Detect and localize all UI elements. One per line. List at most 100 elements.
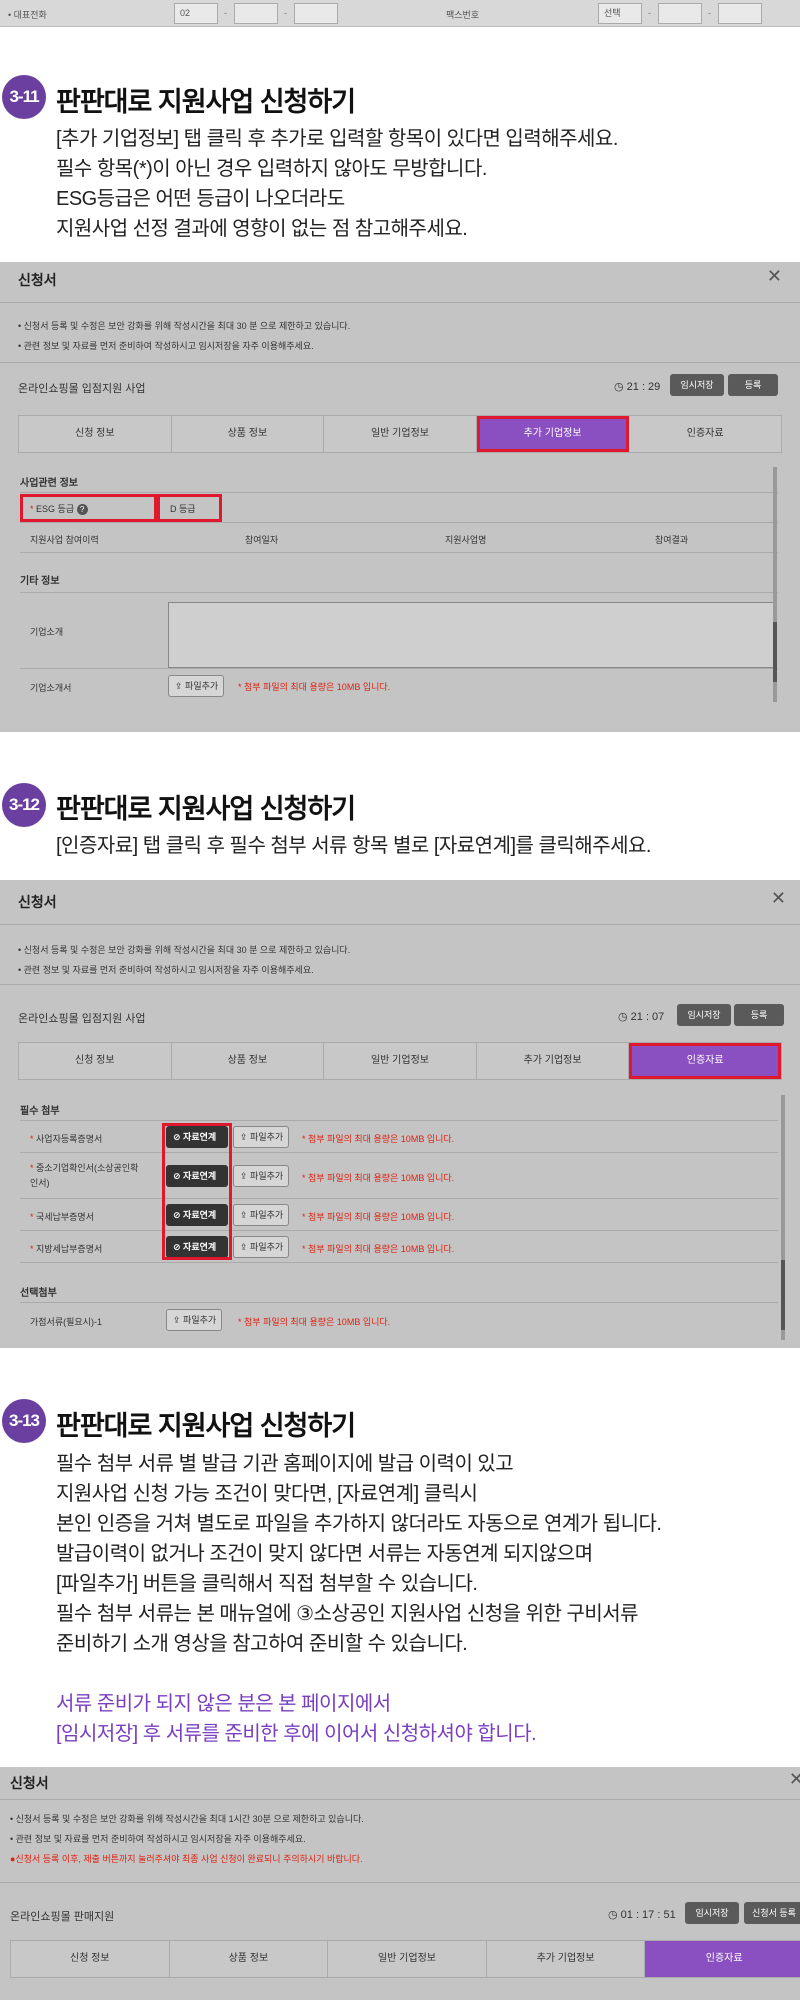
tab-product-info[interactable]: 상품 정보 bbox=[170, 1941, 329, 1977]
tab-certification[interactable]: 인증자료 bbox=[629, 416, 781, 452]
fax-last-input[interactable] bbox=[718, 3, 762, 24]
timer-value: 21 : 07 bbox=[630, 1011, 665, 1023]
divider bbox=[0, 984, 800, 985]
dash: - bbox=[648, 8, 651, 18]
phone-prefix-select[interactable]: 02 bbox=[174, 3, 218, 24]
intro-textarea[interactable] bbox=[168, 602, 775, 668]
history-col: 참여일자 bbox=[245, 535, 279, 545]
timer-value: 01 : 17 : 51 bbox=[620, 1909, 676, 1921]
dialog-screenshot-3: 신청서 ✕ • 신청서 등록 및 수정은 보안 강화를 위해 작성시간을 최대 … bbox=[0, 1767, 800, 2000]
divider bbox=[0, 302, 800, 303]
dash: - bbox=[224, 8, 227, 18]
phone-middle-input[interactable] bbox=[234, 3, 278, 24]
file-note: * 첨부 파일의 최대 용량은 10MB 입니다. bbox=[302, 1212, 455, 1222]
tab-application-info[interactable]: 신청 정보 bbox=[19, 1043, 172, 1079]
section-title: 필수 첨부 bbox=[20, 1106, 60, 1117]
desc-line: [인증자료] 탭 클릭 후 필수 첨부 서류 항목 별로 [자료연계]를 클릭해… bbox=[56, 835, 651, 857]
divider bbox=[20, 1262, 778, 1263]
tab-certification[interactable]: 인증자료 bbox=[629, 1043, 781, 1079]
tab-certification[interactable]: 인증자료 bbox=[645, 1941, 800, 1977]
divider bbox=[0, 1799, 800, 1800]
form-row-strip: • 대표전화 02 - - 팩스번호 선택 - - bbox=[0, 0, 800, 27]
timer: ◷ 01 : 17 : 51 bbox=[608, 1909, 676, 1921]
tab-general-company[interactable]: 일반 기업정보 bbox=[324, 1043, 477, 1079]
desc-line: 발급이력이 없거나 조건이 맞지 않다면 서류는 자동연계 되지않으며 bbox=[56, 1543, 593, 1565]
notice-item: • 신청서 등록 및 수정은 보안 강화를 위해 작성시간을 최대 30 분 으… bbox=[18, 945, 351, 955]
desc-line: 필수 항목(*)이 아닌 경우 입력하지 않아도 무방합니다. bbox=[56, 158, 487, 180]
intro-row: 기업소개 bbox=[20, 592, 778, 668]
fax-middle-input[interactable] bbox=[658, 3, 702, 24]
tab-bar: 신청 정보 상품 정보 일반 기업정보 추가 기업정보 인증자료 bbox=[18, 1042, 782, 1080]
dialog-screenshot-2: 신청서 ✕ • 신청서 등록 및 수정은 보안 강화를 위해 작성시간을 최대 … bbox=[0, 880, 800, 1348]
program-name: 온라인쇼핑몰 입점지원 사업 bbox=[18, 383, 146, 395]
doc-row: * 국세납부증명서 ⊘ 자료연계 ⇪ 파일추가 * 첨부 파일의 최대 용량은 … bbox=[20, 1198, 778, 1230]
scrollbar-thumb[interactable] bbox=[781, 1260, 785, 1330]
desc-line: 필수 첨부 서류 별 발급 기관 홈페이지에 발급 이력이 있고 bbox=[56, 1453, 514, 1475]
temp-save-button[interactable]: 임시저장 bbox=[685, 1902, 739, 1924]
history-row: 지원사업 참여이력 참여일자 지원사업명 참여결과 bbox=[20, 522, 778, 552]
temp-save-button[interactable]: 임시저장 bbox=[677, 1004, 731, 1026]
phone-last-input[interactable] bbox=[294, 3, 338, 24]
history-label: 지원사업 참여이력 bbox=[30, 535, 99, 545]
highlight-box bbox=[162, 1123, 232, 1260]
notice-item: ●신청서 등록 이후, 제출 버튼까지 눌러주셔야 최종 사업 신청이 완료되니… bbox=[10, 1854, 363, 1864]
file-add-button[interactable]: ⇪ 파일추가 bbox=[166, 1309, 222, 1331]
register-button[interactable]: 등록 bbox=[734, 1004, 784, 1026]
divider bbox=[0, 362, 800, 363]
timer-value: 21 : 29 bbox=[626, 381, 661, 393]
divider bbox=[0, 1882, 800, 1883]
step-description: 필수 첨부 서류 별 발급 기관 홈페이지에 발급 이력이 있고 지원사업 신청… bbox=[56, 1449, 662, 1749]
program-name: 온라인쇼핑몰 입점지원 사업 bbox=[18, 1013, 146, 1025]
fax-prefix-select[interactable]: 선택 bbox=[598, 3, 642, 24]
doc-label: 가점서류(필요시)-1 bbox=[30, 1317, 102, 1327]
doc-label: * 중소기업확인서(소상공인확인서) bbox=[30, 1163, 139, 1188]
file-add-button[interactable]: ⇪ 파일추가 bbox=[233, 1165, 289, 1187]
tab-extra-company[interactable]: 추가 기업정보 bbox=[477, 1043, 630, 1079]
intro-doc-row: 기업소개서 ⇪ 파일추가 * 첨부 파일의 최대 용량은 10MB 입니다. bbox=[20, 668, 778, 702]
step-badge: 3-12 bbox=[2, 783, 46, 827]
file-note: * 첨부 파일의 최대 용량은 10MB 입니다. bbox=[302, 1173, 455, 1183]
step-badge: 3-11 bbox=[2, 75, 46, 119]
step-badge: 3-13 bbox=[2, 1399, 46, 1443]
tab-extra-company[interactable]: 추가 기업정보 bbox=[487, 1941, 646, 1977]
timer: ◷ 21 : 29 bbox=[614, 381, 661, 393]
dialog-title: 신청서 bbox=[18, 272, 57, 288]
tab-general-company[interactable]: 일반 기업정보 bbox=[328, 1941, 487, 1977]
file-note: * 첨부 파일의 최대 용량은 10MB 입니다. bbox=[302, 1134, 455, 1144]
notice-item: • 관련 정보 및 자료를 먼저 준비하여 작성하시고 임시저장을 자주 이용해… bbox=[10, 1834, 306, 1844]
close-icon[interactable]: ✕ bbox=[771, 888, 786, 909]
doc-label: * 사업자등록증명서 bbox=[30, 1134, 103, 1144]
history-col: 참여결과 bbox=[655, 535, 689, 545]
file-add-button[interactable]: ⇪ 파일추가 bbox=[233, 1126, 289, 1148]
file-add-button[interactable]: ⇪ 파일추가 bbox=[233, 1236, 289, 1258]
temp-save-button[interactable]: 임시저장 bbox=[670, 374, 724, 396]
register-button[interactable]: 신청서 등록 bbox=[744, 1902, 800, 1924]
file-note: * 첨부 파일의 최대 용량은 10MB 입니다. bbox=[238, 1317, 391, 1327]
tab-general-company[interactable]: 일반 기업정보 bbox=[324, 416, 477, 452]
step-description: [인증자료] 탭 클릭 후 필수 첨부 서류 항목 별로 [자료연계]를 클릭해… bbox=[56, 831, 651, 861]
close-icon[interactable]: ✕ bbox=[767, 266, 782, 287]
file-add-button[interactable]: ⇪ 파일추가 bbox=[168, 675, 224, 697]
file-add-button[interactable]: ⇪ 파일추가 bbox=[233, 1204, 289, 1226]
notice-list: • 신청서 등록 및 수정은 보안 강화를 위해 작성시간을 최대 1시간 30… bbox=[10, 1809, 364, 1869]
scrollbar-thumb[interactable] bbox=[773, 622, 777, 682]
notice-list: • 신청서 등록 및 수정은 보안 강화를 위해 작성시간을 최대 30 분 으… bbox=[18, 940, 350, 980]
tab-application-info[interactable]: 신청 정보 bbox=[11, 1941, 170, 1977]
dialog-screenshot-1: 신청서 ✕ • 신청서 등록 및 수정은 보안 강화를 위해 작성시간을 최대 … bbox=[0, 262, 800, 732]
step-title: 판판대로 지원사업 신청하기 bbox=[56, 87, 356, 117]
tab-product-info[interactable]: 상품 정보 bbox=[172, 416, 325, 452]
close-icon[interactable]: ✕ bbox=[789, 1769, 800, 1790]
program-name: 온라인쇼핑몰 판매지원 bbox=[10, 1911, 115, 1923]
highlight-line: 서류 준비가 되지 않은 분은 본 페이지에서 bbox=[56, 1693, 391, 1715]
phone-label: • 대표전화 bbox=[8, 10, 47, 20]
desc-line: 지원사업 신청 가능 조건이 맞다면, [자료연계] 클릭시 bbox=[56, 1483, 478, 1505]
register-button[interactable]: 등록 bbox=[728, 374, 778, 396]
tab-product-info[interactable]: 상품 정보 bbox=[172, 1043, 325, 1079]
tab-application-info[interactable]: 신청 정보 bbox=[19, 416, 172, 452]
dialog-title: 신청서 bbox=[10, 1775, 49, 1791]
notice-item: • 관련 정보 및 자료를 먼저 준비하여 작성하시고 임시저장을 자주 이용해… bbox=[18, 965, 314, 975]
step-title: 판판대로 지원사업 신청하기 bbox=[56, 794, 356, 824]
tab-extra-company[interactable]: 추가 기업정보 bbox=[476, 416, 630, 452]
desc-line: ESG등급은 어떤 등급이 나오더라도 bbox=[56, 188, 345, 210]
tab-bar: 신청 정보 상품 정보 일반 기업정보 추가 기업정보 인증자료 bbox=[10, 1940, 800, 1978]
